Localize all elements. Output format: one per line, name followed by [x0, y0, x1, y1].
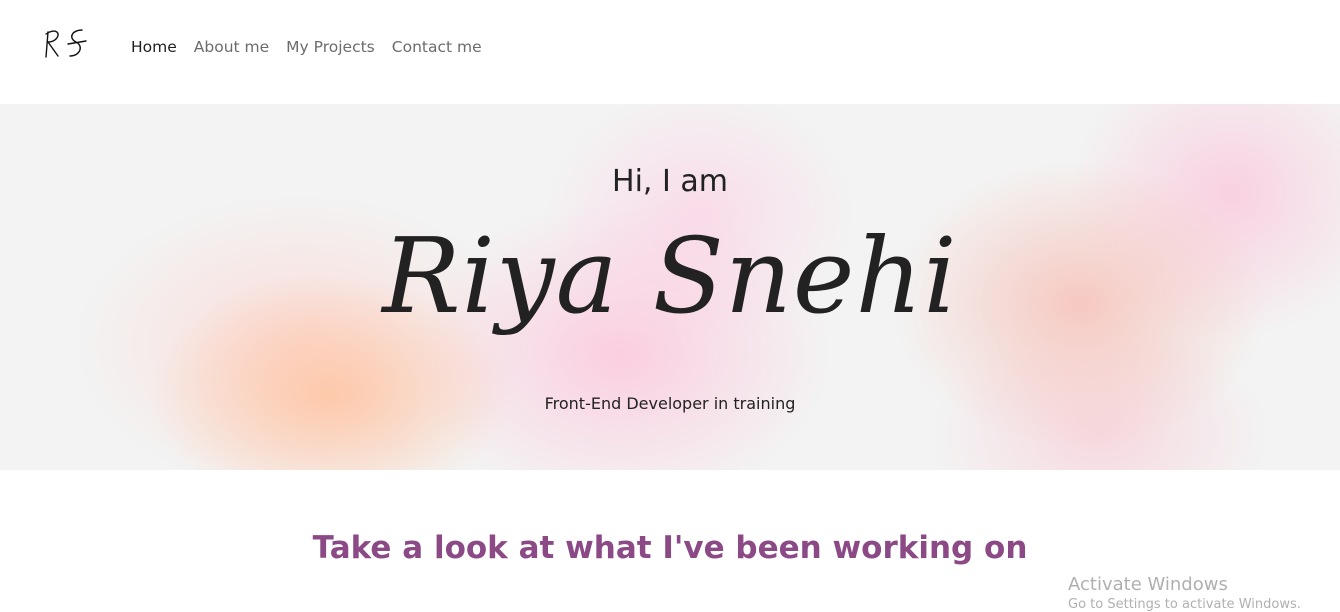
hero-tagline: Front-End Developer in training: [544, 394, 796, 413]
nav-home[interactable]: Home: [131, 38, 177, 56]
main-nav: Home About me My Projects Contact me: [131, 38, 482, 56]
watermark-title: Activate Windows: [1068, 574, 1228, 595]
navbar: Home About me My Projects Contact me: [0, 0, 1340, 104]
logo[interactable]: [40, 24, 90, 64]
watermark-subtitle: Go to Settings to activate Windows.: [1068, 597, 1301, 612]
nav-contact-me[interactable]: Contact me: [392, 38, 482, 56]
projects-heading: Take a look at what I've been working on: [312, 530, 1028, 566]
hero-greeting: Hi, I am: [612, 164, 728, 199]
nav-my-projects[interactable]: My Projects: [286, 38, 375, 56]
logo-signature: [45, 29, 87, 58]
hero-name: Riya Snehi: [382, 215, 958, 337]
activate-windows-watermark: Activate Windows Go to Settings to activ…: [1068, 574, 1301, 612]
hero-section: Hi, I am Riya Snehi Front-End Developer …: [0, 104, 1340, 470]
nav-about-me[interactable]: About me: [194, 38, 269, 56]
